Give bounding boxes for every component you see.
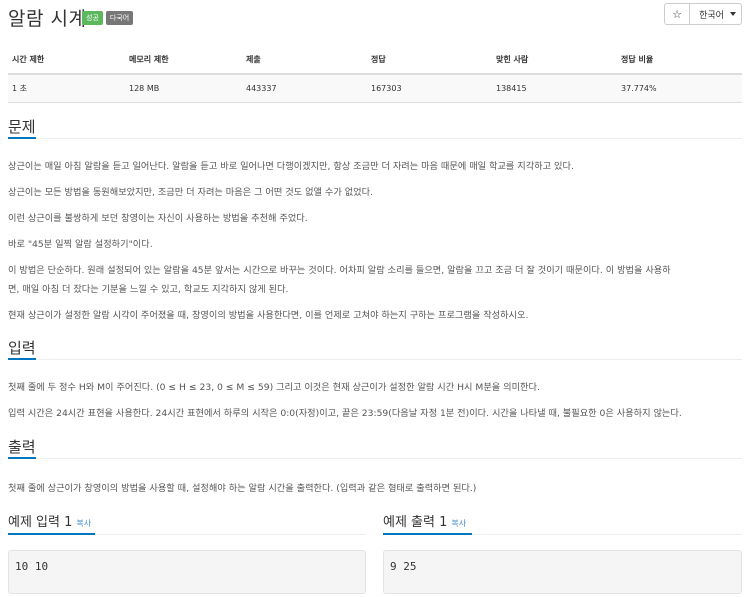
time-limit-header: 시간 제한 (8, 46, 125, 75)
sample-output-accent (383, 533, 472, 535)
sample-input-accent (8, 533, 95, 535)
page-title: 알람 시계 (8, 8, 87, 30)
sample-output-title: 예제 출력 1 복사 (383, 511, 466, 530)
description-accent (8, 137, 36, 139)
description-line: 상근이는 모든 방법을 동원해보았지만, 조금만 더 자려는 마음은 그 어떤 … (8, 187, 374, 198)
output-accent (8, 457, 36, 459)
memory-limit-header: 메모리 제한 (125, 46, 242, 75)
time-limit-value: 1 초 (8, 74, 125, 103)
info-value-row: 1 초 128 MB 443337 167303 138415 37.774% (8, 74, 742, 103)
input-accent (8, 358, 36, 360)
success-badge[interactable]: 성공 (82, 11, 103, 25)
copy-sample-output-link[interactable]: 복사 (451, 519, 466, 528)
description-title: 문제 (8, 118, 36, 136)
output-line: 첫째 줄에 상근이가 창영이의 방법을 사용할 때, 설정해야 하는 알람 시간… (8, 483, 477, 494)
sample-output-box[interactable]: 9 25 (383, 550, 742, 594)
description-divider (8, 138, 742, 139)
header-button-group: ☆ 한국어 (664, 3, 742, 25)
sample-input-title: 예제 입력 1 복사 (8, 511, 91, 530)
multilang-badge[interactable]: 다국어 (105, 11, 134, 25)
description-line: 상근이는 매일 아침 알람을 듣고 일어난다. 알람을 듣고 바로 일어나면 다… (8, 161, 574, 172)
memory-limit-value: 128 MB (125, 74, 242, 103)
description-line: 현재 상근이가 설정한 알람 시각이 주어졌을 때, 창영이의 방법을 사용한다… (8, 310, 529, 321)
sample-output-label: 예제 출력 1 (383, 515, 448, 530)
input-title: 입력 (8, 339, 36, 357)
language-label: 한국어 (699, 10, 724, 21)
favorite-star-button[interactable]: ☆ (664, 3, 690, 25)
description-line: 이 방법은 단순하다. 원래 설정되어 있는 알람을 45분 앞서는 시간으로 … (8, 265, 671, 276)
solved-users-header: 맞힌 사람 (492, 46, 617, 75)
accept-ratio-header: 정답 비율 (617, 46, 742, 75)
sample-input-label: 예제 입력 1 (8, 515, 73, 530)
description-line: 면, 매일 아침 더 잤다는 기분을 느낄 수 있고, 학교도 지각하지 않게 … (8, 284, 289, 295)
input-line: 첫째 줄에 두 정수 H와 M이 주어진다. (0 ≤ H ≤ 23, 0 ≤ … (8, 382, 540, 393)
accept-ratio-value: 37.774% (617, 74, 742, 103)
output-divider (8, 458, 742, 459)
description-line: 이런 상근이를 불쌍하게 보던 창영이는 자신이 사용하는 방법을 추천해 주었… (8, 213, 308, 224)
star-icon: ☆ (672, 7, 682, 21)
problem-header: 알람 시계 성공 다국어 ☆ 한국어 (8, 0, 742, 34)
sample-input-box[interactable]: 10 10 (8, 550, 366, 594)
language-dropdown[interactable]: 한국어 (690, 3, 742, 25)
problem-badges: 성공 다국어 (82, 11, 134, 25)
submissions-header: 제출 (242, 46, 367, 75)
output-title: 출력 (8, 438, 36, 456)
description-line: 바로 "45분 일찍 알람 설정하기"이다. (8, 239, 153, 250)
info-header-row: 시간 제한 메모리 제한 제출 정답 맞힌 사람 정답 비율 (8, 46, 742, 75)
submissions-value: 443337 (242, 74, 367, 103)
accepted-value: 167303 (367, 74, 492, 103)
solved-users-value: 138415 (492, 74, 617, 103)
caret-down-icon (729, 12, 736, 16)
input-line: 입력 시간은 24시간 표현을 사용한다. 24시간 표현에서 하루의 시작은 … (8, 408, 682, 419)
copy-sample-input-link[interactable]: 복사 (76, 519, 91, 528)
problem-info-table: 시간 제한 메모리 제한 제출 정답 맞힌 사람 정답 비율 1 초 128 M… (8, 46, 742, 103)
input-divider (8, 359, 742, 360)
accepted-header: 정답 (367, 46, 492, 75)
